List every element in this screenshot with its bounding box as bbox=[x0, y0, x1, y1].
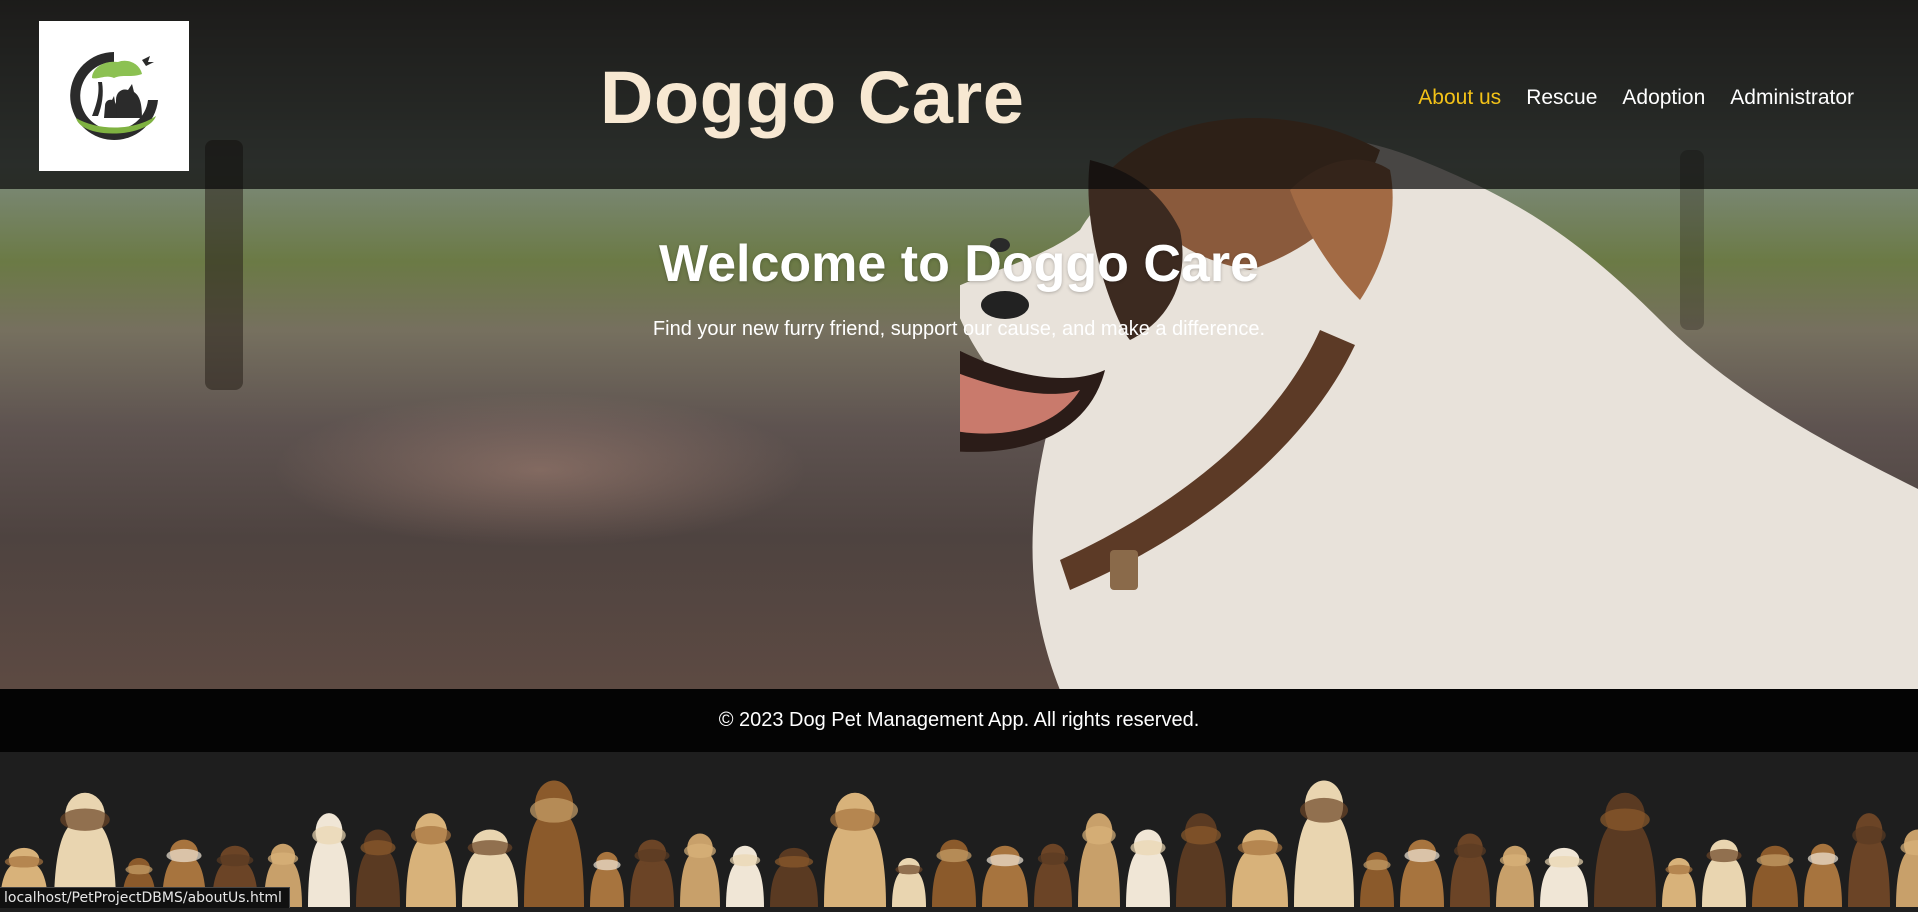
footer-copyright: © 2023 Dog Pet Management App. All right… bbox=[718, 709, 1200, 731]
dog-silhouette-ears bbox=[1130, 840, 1166, 856]
dog-silhouette-ears bbox=[60, 808, 110, 831]
site-header: Doggo Care About us Rescue Adoption Admi… bbox=[0, 0, 1918, 189]
nav-adoption[interactable]: Adoption bbox=[1622, 84, 1705, 112]
dog-silhouette-ears bbox=[1807, 852, 1839, 865]
dog-silhouette-ears bbox=[1665, 864, 1693, 875]
dog-silhouette-ears bbox=[1404, 848, 1440, 863]
status-bar-url: localhost/PetProjectDBMS/aboutUs.html bbox=[0, 887, 290, 908]
dog-silhouette-ears bbox=[1706, 848, 1742, 863]
dogs-lineup-image bbox=[0, 780, 1918, 907]
dog-silhouette-ears bbox=[1499, 854, 1531, 867]
dog-silhouette-ears bbox=[830, 808, 880, 831]
dog-silhouette-ears bbox=[1544, 855, 1584, 868]
dog-silhouette-ears bbox=[1454, 843, 1486, 859]
dog-silhouette-ears bbox=[125, 864, 153, 875]
dog-silhouette-ears bbox=[360, 840, 396, 856]
dog-silhouette-ears bbox=[467, 840, 513, 856]
dog-silhouette-ears bbox=[1181, 826, 1221, 845]
dog-silhouette-ears bbox=[936, 848, 972, 863]
dog-silhouette-ears bbox=[166, 848, 202, 863]
dog-silhouette-ears bbox=[1600, 808, 1650, 831]
dog-silhouette-ears bbox=[1756, 854, 1794, 867]
site-title: Doggo Care bbox=[600, 56, 1025, 139]
dog-silhouette-ears bbox=[1300, 797, 1348, 823]
dog-silhouette-ears bbox=[634, 848, 670, 863]
hero-banner: Doggo Care About us Rescue Adoption Admi… bbox=[0, 0, 1918, 689]
dog-silhouette-ears bbox=[774, 855, 814, 868]
nav-about-us[interactable]: About us bbox=[1418, 84, 1501, 112]
dog-silhouette-ears bbox=[216, 854, 254, 867]
main-nav: About us Rescue Adoption Administrator bbox=[1418, 84, 1854, 112]
dog-silhouette-ears bbox=[1037, 852, 1069, 865]
hero-heading: Welcome to Doggo Care bbox=[658, 235, 1259, 293]
dog-silhouette-ears bbox=[986, 854, 1024, 867]
dog-silhouette-ears bbox=[411, 826, 451, 845]
dog-silhouette-ears bbox=[1852, 826, 1886, 845]
dog-silhouette-ears bbox=[729, 854, 761, 867]
dog-silhouette-ears bbox=[895, 864, 923, 875]
nav-administrator[interactable]: Administrator bbox=[1730, 84, 1854, 112]
dog-silhouette-ears bbox=[1900, 840, 1918, 856]
site-footer: © 2023 Dog Pet Management App. All right… bbox=[0, 689, 1918, 752]
dog-silhouette-ears bbox=[1363, 859, 1391, 871]
dog-silhouette-ears bbox=[684, 843, 716, 859]
dog-silhouette-ears bbox=[1082, 826, 1116, 845]
dog-silhouette-ears bbox=[4, 855, 44, 868]
dog-silhouette-ears bbox=[530, 797, 578, 823]
hero-subheading: Find your new furry friend, support our … bbox=[652, 318, 1266, 340]
site-logo[interactable] bbox=[39, 21, 189, 171]
dog-silhouette-ears bbox=[312, 826, 346, 845]
dog-silhouette-ears bbox=[1237, 840, 1283, 856]
dog-silhouette-ears bbox=[267, 852, 299, 865]
nav-rescue[interactable]: Rescue bbox=[1526, 84, 1597, 112]
dog-lineup-banner bbox=[0, 752, 1918, 907]
pet-care-logo-icon bbox=[70, 52, 158, 140]
dog-silhouette-ears bbox=[593, 859, 621, 871]
